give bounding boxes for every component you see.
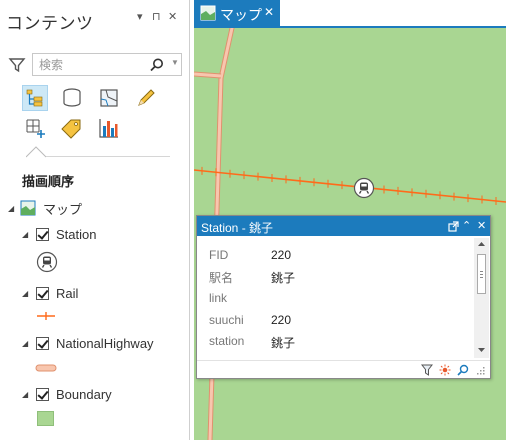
popup-scrollbar[interactable]	[474, 238, 489, 358]
attribute-value: 銚子	[271, 271, 296, 285]
tree-item-label: マップ	[43, 201, 83, 217]
popup-footer	[197, 360, 490, 378]
list-by-charts-button[interactable]	[96, 115, 122, 141]
undock-icon[interactable]	[448, 221, 459, 232]
scroll-up-icon[interactable]	[477, 241, 486, 247]
layer-station[interactable]: ◢ Station	[22, 224, 96, 244]
tab-pointer	[26, 146, 46, 158]
layer-nationalhighway[interactable]: ◢ NationalHighway	[22, 333, 154, 353]
list-by-editing-button[interactable]	[133, 85, 159, 111]
tab-label: マップ	[220, 7, 262, 23]
flash-icon[interactable]	[439, 364, 451, 376]
layer-label: Rail	[56, 285, 79, 301]
list-by-labeling-button[interactable]	[59, 115, 85, 141]
list-by-drawing-order-icon	[26, 89, 43, 107]
pin-icon[interactable]: ⊓	[152, 10, 161, 23]
layer-rail[interactable]: ◢ Rail	[22, 283, 78, 303]
attribute-name: 駅名	[209, 271, 234, 285]
popup-header[interactable]: Station - 銚子 ⌃ ✕	[197, 216, 490, 236]
collapse-arrow-icon[interactable]: ◢	[22, 390, 32, 399]
attribute-name: suuchi	[209, 313, 244, 327]
layer-label: Boundary	[56, 386, 112, 402]
rail-line	[194, 166, 506, 205]
layer-label: Station	[56, 226, 97, 242]
collapse-arrow-icon[interactable]: ◢	[8, 204, 18, 213]
attribute-row: 駅名 銚子	[209, 269, 459, 287]
search-input[interactable]	[39, 57, 139, 73]
popup-window[interactable]: Station - 銚子 ⌃ ✕ FID 220 駅名 銚子 link suuc…	[196, 215, 491, 379]
train-station-icon	[36, 251, 58, 273]
rail-line-symbol	[37, 312, 55, 320]
list-by-data-source-icon	[63, 88, 81, 107]
search-icon[interactable]	[149, 57, 165, 73]
attribute-name: station	[209, 334, 245, 348]
map-icon	[20, 200, 36, 216]
pane-menu-button[interactable]: ▾	[137, 10, 143, 23]
list-by-snapping-button[interactable]	[22, 115, 48, 141]
layer-label: NationalHighway	[56, 335, 154, 351]
train-station-icon[interactable]	[353, 177, 375, 199]
search-row: ▼	[8, 53, 182, 77]
popup-body: FID 220 駅名 銚子 link suuchi 220 station 銚子	[197, 236, 490, 360]
filter-icon[interactable]	[421, 364, 433, 376]
layer-visibility-checkbox[interactable]	[36, 286, 49, 300]
pencil-icon	[138, 89, 155, 106]
list-by-data-source-button[interactable]	[59, 85, 85, 111]
scroll-down-icon[interactable]	[477, 347, 486, 353]
attribute-row: suuchi 220	[209, 313, 459, 331]
close-icon[interactable]: ✕	[264, 5, 274, 19]
layer-visibility-checkbox[interactable]	[36, 336, 49, 350]
contents-pane: コンテンツ ▾ ⊓ ✕ ▼	[0, 0, 190, 440]
attribute-row: FID 220	[209, 248, 459, 266]
highway-segment	[194, 72, 222, 78]
list-by-drawing-order-button[interactable]	[22, 85, 48, 111]
zoom-to-icon[interactable]	[457, 364, 469, 376]
collapse-arrow-icon[interactable]: ◢	[22, 339, 32, 348]
collapse-icon[interactable]: ⌃	[462, 219, 471, 232]
attribute-name: link	[209, 291, 228, 305]
popup-title: Station - 銚子	[201, 221, 274, 235]
map-icon	[200, 5, 216, 21]
layer-visibility-checkbox[interactable]	[36, 227, 49, 241]
list-by-snapping-icon	[26, 119, 45, 138]
attribute-value: 220	[271, 248, 292, 262]
label-tag-icon	[61, 119, 81, 139]
attribute-value: 銚子	[271, 336, 296, 350]
divider	[46, 156, 170, 157]
pane-title: コンテンツ	[6, 14, 94, 33]
tab-strip	[280, 0, 506, 26]
bar-chart-icon	[99, 119, 118, 138]
drawing-order-heading: 描画順序	[22, 174, 75, 189]
search-box[interactable]: ▼	[32, 53, 182, 76]
attribute-name: FID	[209, 248, 229, 262]
chevron-down-icon[interactable]: ▼	[171, 58, 179, 67]
attribute-row: link	[209, 291, 459, 309]
layer-visibility-checkbox[interactable]	[36, 387, 49, 401]
close-icon[interactable]: ✕	[477, 219, 486, 232]
resize-grip-icon[interactable]	[476, 366, 486, 376]
list-by-selection-icon	[100, 89, 118, 107]
list-by-selection-button[interactable]	[96, 85, 122, 111]
collapse-arrow-icon[interactable]: ◢	[22, 289, 32, 298]
close-icon[interactable]: ✕	[168, 10, 177, 23]
polygon-fill-symbol	[37, 411, 54, 426]
tab-map[interactable]: マップ ✕	[194, 0, 280, 26]
layer-boundary[interactable]: ◢ Boundary	[22, 384, 112, 404]
filter-icon[interactable]	[8, 56, 26, 74]
attribute-row: station 銚子	[209, 334, 459, 352]
collapse-arrow-icon[interactable]: ◢	[22, 230, 32, 239]
tree-item-map[interactable]: ◢ マップ	[8, 198, 82, 218]
scroll-thumb[interactable]	[477, 254, 486, 294]
rail-track	[194, 169, 506, 203]
attribute-value: 220	[271, 313, 292, 327]
highway-line-symbol	[35, 364, 57, 372]
